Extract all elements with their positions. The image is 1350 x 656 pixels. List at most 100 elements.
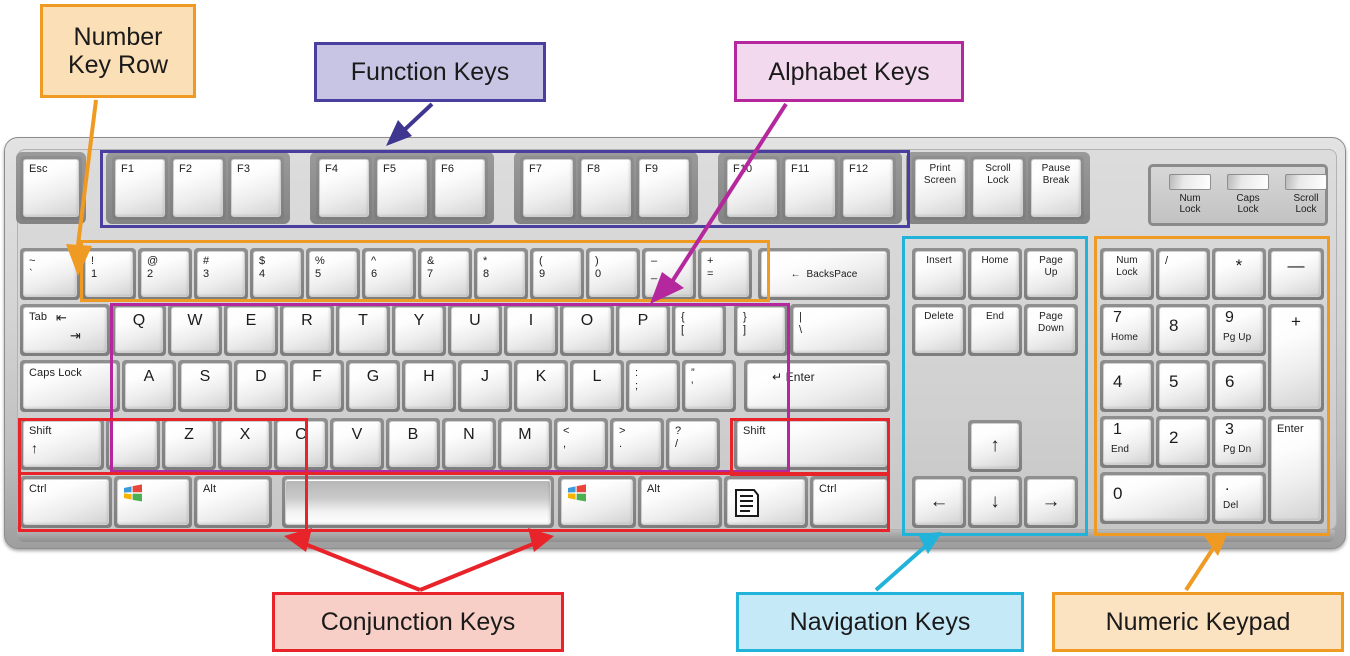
- key-bracket-left[interactable]: {[: [672, 304, 726, 356]
- key-key-y[interactable]: Y: [392, 304, 446, 356]
- key-numpad-8[interactable]: 8: [1156, 304, 1210, 356]
- key-f11[interactable]: F11: [782, 156, 838, 220]
- key-ctrl-left[interactable]: Ctrl: [20, 476, 112, 528]
- key-f8[interactable]: F8: [578, 156, 634, 220]
- key-numpad-divide[interactable]: /: [1156, 248, 1210, 300]
- key-digit-3[interactable]: #3: [194, 248, 248, 300]
- key-equals[interactable]: + =: [698, 248, 752, 300]
- key-numpad-9[interactable]: 9 Pg Up: [1212, 304, 1266, 356]
- key-f7[interactable]: F7: [520, 156, 576, 220]
- key-windows-right[interactable]: [558, 476, 636, 528]
- key-key-t[interactable]: T: [336, 304, 390, 356]
- key-digit-7[interactable]: & 7: [418, 248, 472, 300]
- key-key-i[interactable]: I: [504, 304, 558, 356]
- key-numpad-3[interactable]: 3 Pg Dn: [1212, 416, 1266, 468]
- key-key-s[interactable]: S: [178, 360, 232, 412]
- key-key-e[interactable]: E: [224, 304, 278, 356]
- key-end[interactable]: End: [968, 304, 1022, 356]
- key-numpad-decimal[interactable]: . Del: [1212, 472, 1266, 524]
- key-shift-left[interactable]: Shift ↑: [20, 418, 104, 470]
- key-backtick[interactable]: ~ `: [20, 248, 80, 300]
- key-semicolon[interactable]: :;: [626, 360, 680, 412]
- key-numpad-7[interactable]: 7 Home: [1100, 304, 1154, 356]
- key-f5[interactable]: F5: [374, 156, 430, 220]
- key-shift-right[interactable]: Shift: [734, 418, 890, 470]
- key-period[interactable]: >.: [610, 418, 664, 470]
- key-numpad-plus[interactable]: +: [1268, 304, 1324, 412]
- key-delete[interactable]: Delete: [912, 304, 966, 356]
- key-alt-left[interactable]: Alt: [194, 476, 272, 528]
- key-digit-0[interactable]: ) 0: [586, 248, 640, 300]
- key-numpad-4[interactable]: 4: [1100, 360, 1154, 412]
- key-key-x[interactable]: X: [218, 418, 272, 470]
- key-page-down[interactable]: Page Down: [1024, 304, 1078, 356]
- key-f2[interactable]: F2: [170, 156, 226, 220]
- key-numpad-minus[interactable]: —: [1268, 248, 1324, 300]
- key-key-m[interactable]: M: [498, 418, 552, 470]
- key-key-f[interactable]: F: [290, 360, 344, 412]
- key-f9[interactable]: F9: [636, 156, 692, 220]
- key-ctrl-right[interactable]: Ctrl: [810, 476, 890, 528]
- key-arrow-down[interactable]: ↓: [968, 476, 1022, 528]
- key-insert[interactable]: Insert: [912, 248, 966, 300]
- key-key-z[interactable]: Z: [162, 418, 216, 470]
- key-digit-8[interactable]: * 8: [474, 248, 528, 300]
- key-key-j[interactable]: J: [458, 360, 512, 412]
- key-tab[interactable]: Tab ⇤ ⇥: [20, 304, 110, 356]
- key-pause-break[interactable]: Pause Break: [1028, 156, 1084, 220]
- key-slash[interactable]: ? /: [666, 418, 720, 470]
- key-page-up[interactable]: Page Up: [1024, 248, 1078, 300]
- key-alt-right[interactable]: Alt: [638, 476, 722, 528]
- key-f3[interactable]: F3: [228, 156, 284, 220]
- key-home[interactable]: Home: [968, 248, 1022, 300]
- key-numpad-multiply[interactable]: *: [1212, 248, 1266, 300]
- key-arrow-up[interactable]: ↑: [968, 420, 1022, 472]
- key-f1[interactable]: F1: [112, 156, 168, 220]
- key-backslash[interactable]: | \: [790, 304, 890, 356]
- key-numpad-enter[interactable]: Enter: [1268, 416, 1324, 524]
- key-menu[interactable]: [724, 476, 808, 528]
- key-numpad-0[interactable]: 0: [1100, 472, 1210, 524]
- key-comma[interactable]: <,: [554, 418, 608, 470]
- key-f10[interactable]: F10: [724, 156, 780, 220]
- key-arrow-left[interactable]: ←: [912, 476, 966, 528]
- key-key-d[interactable]: D: [234, 360, 288, 412]
- key-key-o[interactable]: O: [560, 304, 614, 356]
- key-key-r[interactable]: R: [280, 304, 334, 356]
- key-digit-5[interactable]: % 5: [306, 248, 360, 300]
- key-f12[interactable]: F12: [840, 156, 896, 220]
- key-quote[interactable]: ”’: [682, 360, 736, 412]
- key-bracket-right[interactable]: }]: [734, 304, 788, 356]
- key-key-a[interactable]: A: [122, 360, 176, 412]
- key-numpad-2[interactable]: 2: [1156, 416, 1210, 468]
- key-key-q[interactable]: Q: [112, 304, 166, 356]
- key-blank-key[interactable]: [106, 418, 160, 470]
- key-numpad-1[interactable]: 1 End: [1100, 416, 1154, 468]
- key-print-screen[interactable]: Print Screen: [912, 156, 968, 220]
- key-key-w[interactable]: W: [168, 304, 222, 356]
- key-key-k[interactable]: K: [514, 360, 568, 412]
- key-esc[interactable]: Esc: [20, 156, 82, 220]
- key-digit-6[interactable]: ^ 6: [362, 248, 416, 300]
- key-key-p[interactable]: P: [616, 304, 670, 356]
- key-digit-1[interactable]: ! 1: [82, 248, 136, 300]
- key-caps-lock[interactable]: Caps Lock: [20, 360, 120, 412]
- key-num-lock[interactable]: Num Lock: [1100, 248, 1154, 300]
- key-digit-4[interactable]: $4: [250, 248, 304, 300]
- key-f6[interactable]: F6: [432, 156, 488, 220]
- key-key-g[interactable]: G: [346, 360, 400, 412]
- key-digit-9[interactable]: (9: [530, 248, 584, 300]
- key-key-c[interactable]: C: [274, 418, 328, 470]
- key-backspace[interactable]: ← BacksPace: [758, 248, 890, 300]
- key-numpad-6[interactable]: 6: [1212, 360, 1266, 412]
- key-key-n[interactable]: N: [442, 418, 496, 470]
- key-key-u[interactable]: U: [448, 304, 502, 356]
- key-arrow-right[interactable]: →: [1024, 476, 1078, 528]
- key-key-h[interactable]: H: [402, 360, 456, 412]
- key-enter[interactable]: ↵ Enter: [744, 360, 890, 412]
- key-minus[interactable]: – _: [642, 248, 696, 300]
- key-windows-left[interactable]: [114, 476, 192, 528]
- key-key-l[interactable]: L: [570, 360, 624, 412]
- key-numpad-5[interactable]: 5: [1156, 360, 1210, 412]
- key-key-v[interactable]: V: [330, 418, 384, 470]
